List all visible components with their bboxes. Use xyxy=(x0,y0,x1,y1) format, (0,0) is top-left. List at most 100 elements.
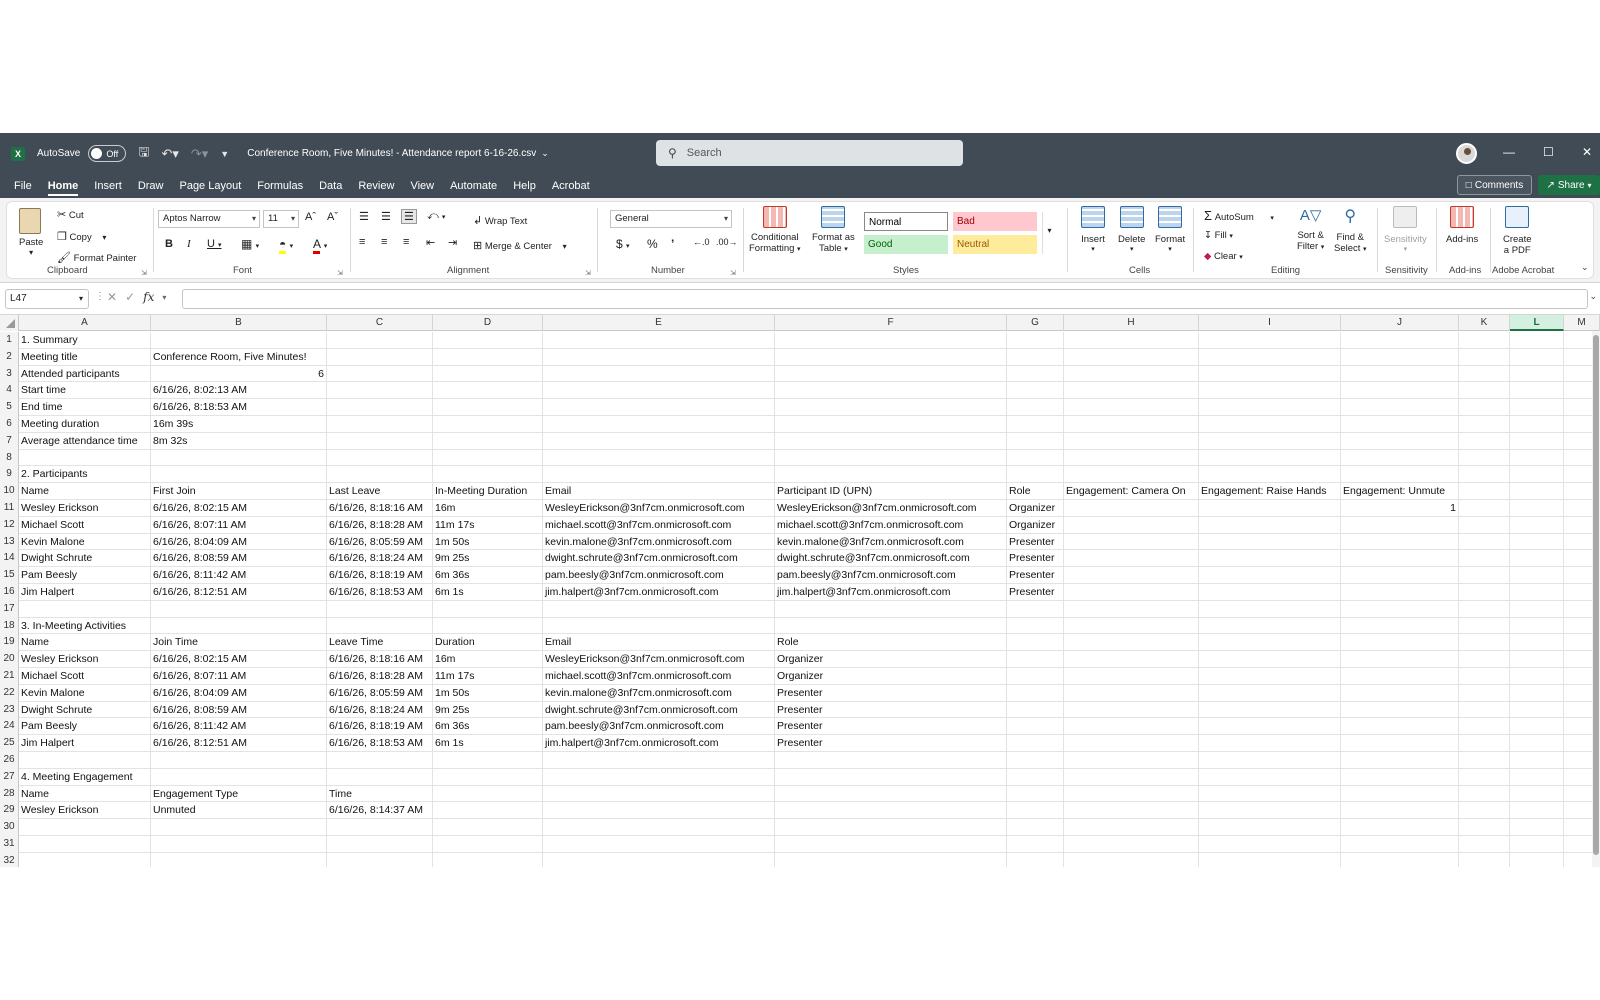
cell-a6[interactable]: Meeting duration xyxy=(19,416,99,433)
cell-e22[interactable]: kevin.malone@3nf7cm.onmicrosoft.com xyxy=(543,685,732,702)
cell-f25[interactable]: Presenter xyxy=(775,735,823,752)
tab-formulas[interactable]: Formulas xyxy=(249,174,311,198)
cell-d22[interactable]: 1m 50s xyxy=(433,685,469,702)
scrollbar-thumb[interactable] xyxy=(1593,335,1599,855)
customize-toolbar-icon[interactable]: ▼ xyxy=(220,149,229,159)
cell-e10[interactable]: Email xyxy=(543,483,571,500)
cell-b12[interactable]: 6/16/26, 8:07:11 AM xyxy=(151,517,246,534)
cell-a28[interactable]: Name xyxy=(19,786,49,803)
cell-b19[interactable]: Join Time xyxy=(151,634,198,651)
tab-help[interactable]: Help xyxy=(505,174,544,198)
tab-acrobat[interactable]: Acrobat xyxy=(544,174,598,198)
cell-c12[interactable]: 6/16/26, 8:18:28 AM xyxy=(327,517,423,534)
style-good[interactable]: Good xyxy=(864,235,948,254)
vertical-scrollbar[interactable] xyxy=(1592,331,1600,867)
align-top-icon[interactable]: ☰ xyxy=(359,210,369,223)
cell-f11[interactable]: WesleyErickson@3nf7cm.onmicrosoft.com xyxy=(775,500,977,517)
row-header[interactable]: 13 xyxy=(0,533,19,551)
fill-button[interactable]: ↧ Fill ▾ xyxy=(1204,230,1233,241)
cell-d19[interactable]: Duration xyxy=(433,634,475,651)
tab-review[interactable]: Review xyxy=(350,174,402,198)
cell-b24[interactable]: 6/16/26, 8:11:42 AM xyxy=(151,718,246,735)
cell-g16[interactable]: Presenter xyxy=(1007,584,1055,601)
cell-e13[interactable]: kevin.malone@3nf7cm.onmicrosoft.com xyxy=(543,534,732,551)
tab-data[interactable]: Data xyxy=(311,174,350,198)
align-right-icon[interactable]: ≡ xyxy=(403,236,409,248)
styles-gallery-more-icon[interactable]: ▾ xyxy=(1042,212,1056,254)
cell-b7[interactable]: 8m 32s xyxy=(151,433,187,450)
row-header[interactable]: 10 xyxy=(0,483,19,500)
row-header[interactable]: 28 xyxy=(0,785,19,803)
cell-f19[interactable]: Role xyxy=(775,634,799,651)
column-header-m[interactable]: M xyxy=(1564,315,1600,331)
share-button[interactable]: ↗ Share ▾ xyxy=(1538,175,1600,195)
tab-home[interactable]: Home xyxy=(40,174,87,198)
cell-a21[interactable]: Michael Scott xyxy=(19,668,84,685)
row-header[interactable]: 32 xyxy=(0,852,19,867)
cell-a7[interactable]: Average attendance time xyxy=(19,433,138,450)
row-header[interactable]: 21 xyxy=(0,667,19,685)
conditional-formatting-button[interactable]: Conditional Formatting ▾ xyxy=(749,206,801,254)
cell-c28[interactable]: Time xyxy=(327,786,352,803)
cell-a1[interactable]: 1. Summary xyxy=(19,332,78,349)
autosave-toggle[interactable]: Off xyxy=(88,145,127,162)
cell-a20[interactable]: Wesley Erickson xyxy=(19,651,98,668)
select-all-icon[interactable] xyxy=(0,315,19,331)
font-color-icon[interactable]: A ▾ xyxy=(313,237,327,254)
cell-a10[interactable]: Name xyxy=(19,483,49,500)
cell-c10[interactable]: Last Leave xyxy=(327,483,380,500)
cancel-icon[interactable]: ✕ xyxy=(107,290,117,304)
italic-icon[interactable]: I xyxy=(187,238,191,250)
row-header[interactable]: 30 xyxy=(0,819,19,836)
cell-d11[interactable]: 16m xyxy=(433,500,455,517)
row-header[interactable]: 4 xyxy=(0,382,19,400)
cell-a9[interactable]: 2. Participants xyxy=(19,466,88,483)
underline-icon[interactable]: U ▾ xyxy=(207,238,222,250)
cell-d23[interactable]: 9m 25s xyxy=(433,702,469,719)
cell-d16[interactable]: 6m 1s xyxy=(433,584,464,601)
insert-cells-button[interactable]: Insert ▾ xyxy=(1081,206,1105,253)
tab-automate[interactable]: Automate xyxy=(442,174,505,198)
row-header[interactable]: 7 xyxy=(0,432,19,450)
format-cells-button[interactable]: Format ▾ xyxy=(1155,206,1185,253)
align-middle-icon[interactable]: ☰ xyxy=(381,210,391,223)
cell-d20[interactable]: 16m xyxy=(433,651,455,668)
cell-b5[interactable]: 6/16/26, 8:18:53 AM xyxy=(151,399,247,416)
row-header[interactable]: 16 xyxy=(0,583,19,601)
cell-b4[interactable]: 6/16/26, 8:02:13 AM xyxy=(151,382,247,399)
redo-icon[interactable]: ↷▾ xyxy=(191,146,208,162)
row-header[interactable]: 14 xyxy=(0,550,19,568)
row-header[interactable]: 17 xyxy=(0,600,19,618)
align-center-icon[interactable]: ≡ xyxy=(381,236,387,248)
cell-a3[interactable]: Attended participants xyxy=(19,366,120,383)
dialog-launcher-icon[interactable]: ⇲ xyxy=(585,269,591,277)
cell-a5[interactable]: End time xyxy=(19,399,62,416)
row-header[interactable]: 29 xyxy=(0,802,19,820)
cell-b15[interactable]: 6/16/26, 8:11:42 AM xyxy=(151,567,246,584)
cell-c22[interactable]: 6/16/26, 8:05:59 AM xyxy=(327,685,423,702)
cell-g12[interactable]: Organizer xyxy=(1007,517,1055,534)
autosum-button[interactable]: Σ AutoSum ▾ xyxy=(1204,208,1274,223)
cell-f15[interactable]: pam.beesly@3nf7cm.onmicrosoft.com xyxy=(775,567,956,584)
cell-d12[interactable]: 11m 17s xyxy=(433,517,475,534)
row-header[interactable]: 25 xyxy=(0,735,19,752)
cell-d25[interactable]: 6m 1s xyxy=(433,735,464,752)
format-painter-button[interactable]: 🖌 Format Painter xyxy=(57,251,136,264)
dialog-launcher-icon[interactable]: ⇲ xyxy=(730,269,736,277)
decrease-font-icon[interactable]: Aˇ xyxy=(327,211,338,223)
row-header[interactable]: 22 xyxy=(0,684,19,702)
cut-button[interactable]: ✂ Cut xyxy=(57,208,84,221)
cell-b11[interactable]: 6/16/26, 8:02:15 AM xyxy=(151,500,247,517)
cell-e11[interactable]: WesleyErickson@3nf7cm.onmicrosoft.com xyxy=(543,500,745,517)
cell-e12[interactable]: michael.scott@3nf7cm.onmicrosoft.com xyxy=(543,517,731,534)
cell-f16[interactable]: jim.halpert@3nf7cm.onmicrosoft.com xyxy=(775,584,950,601)
increase-decimal-icon[interactable]: ←.0 xyxy=(693,237,710,247)
column-header-d[interactable]: D xyxy=(433,315,543,331)
column-header-e[interactable]: E xyxy=(543,315,775,331)
cell-c20[interactable]: 6/16/26, 8:18:16 AM xyxy=(327,651,423,668)
comma-style-icon[interactable]: ’ xyxy=(671,237,674,251)
wrap-text-button[interactable]: ↲ Wrap Text xyxy=(473,214,527,227)
number-format-select[interactable]: General ▾ xyxy=(610,210,732,228)
cell-d15[interactable]: 6m 36s xyxy=(433,567,469,584)
clear-button[interactable]: ◆ Clear ▾ xyxy=(1204,251,1243,262)
